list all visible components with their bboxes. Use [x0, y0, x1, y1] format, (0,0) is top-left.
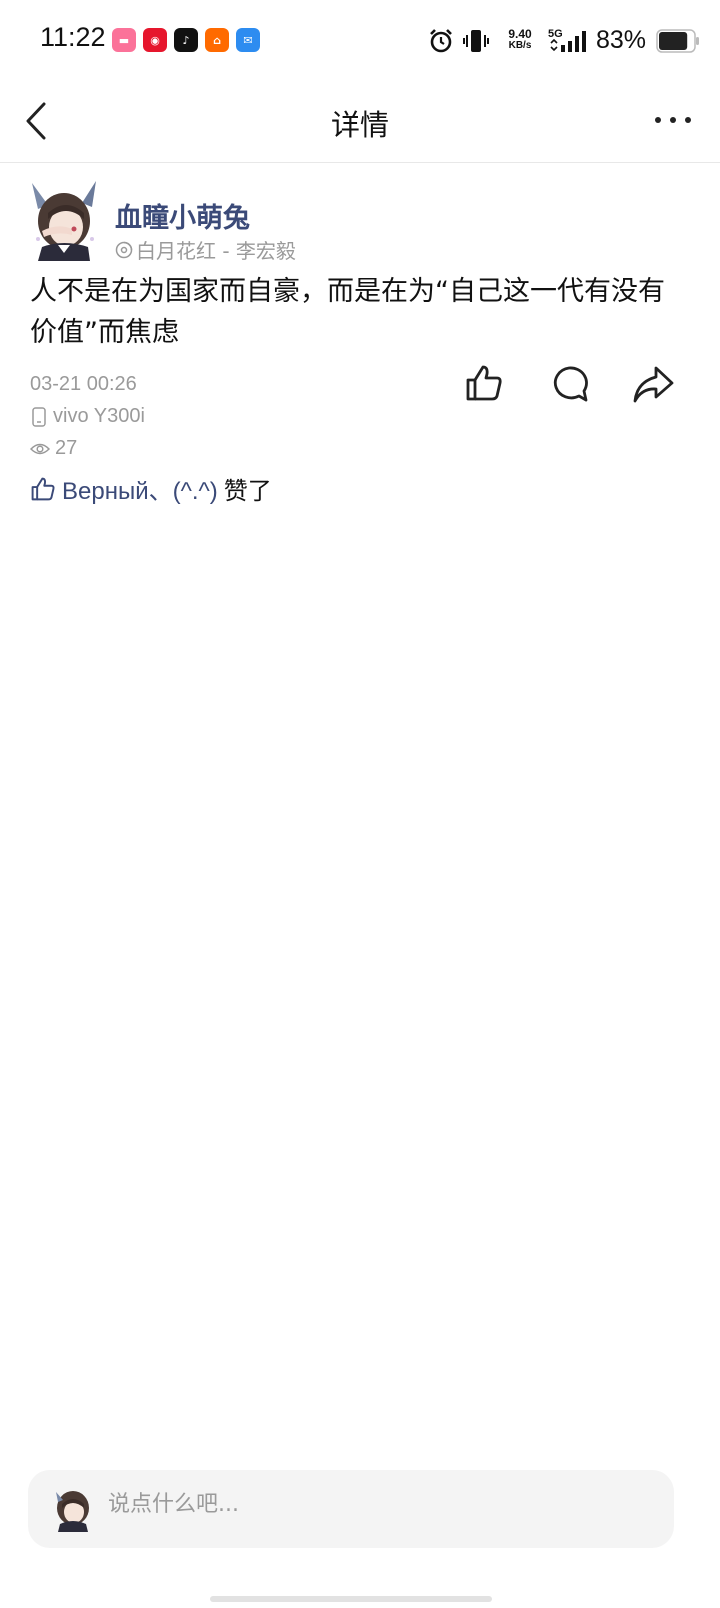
- signal-bars-icon: [550, 31, 586, 52]
- phone-icon: [32, 406, 46, 427]
- my-avatar: [56, 1491, 89, 1532]
- battery-icon: [656, 29, 699, 53]
- top-nav-bar: 详情: [0, 84, 720, 163]
- alarm-icon: [430, 29, 452, 53]
- comment-bar: [28, 1470, 674, 1548]
- author-name[interactable]: 血瞳小萌兔: [115, 196, 250, 235]
- like-button-icon[interactable]: [464, 363, 504, 403]
- more-options-icon[interactable]: [652, 108, 694, 132]
- net-speed: 9.40 KB/s: [500, 28, 540, 52]
- music-tag[interactable]: 白月花红 - 李宏毅: [115, 235, 296, 264]
- tiktok-icon: ♪: [174, 28, 198, 52]
- message-app-icon: ✉: [236, 28, 260, 52]
- taobao-icon: ⌂: [205, 28, 229, 52]
- post-content: 人不是在为国家而自豪，而是在为“自己这一代有没有价值”而焦虑: [30, 276, 665, 348]
- home-indicator[interactable]: [210, 1596, 492, 1602]
- status-time: 11:22: [40, 22, 106, 52]
- comment-input[interactable]: [108, 1492, 608, 1517]
- vibrate-icon: [463, 30, 489, 52]
- post-device: vivo Y300i: [30, 405, 145, 428]
- status-bar: 11:22 ▬ ◉ ♪ ⌂ ✉ 9.40 KB/s 5G 83%: [0, 0, 720, 84]
- post-views: 27: [30, 437, 77, 460]
- likes-user-names[interactable]: Верный、(^.^): [62, 471, 218, 506]
- bilibili-icon: ▬: [112, 28, 136, 52]
- comment-button-icon[interactable]: [549, 364, 589, 404]
- author-avatar[interactable]: [28, 179, 100, 261]
- thumbs-up-icon: [31, 477, 55, 500]
- battery-percent: 83%: [596, 26, 647, 54]
- signal-indicator: 5G: [548, 28, 590, 54]
- weibo-icon: ◉: [143, 28, 167, 52]
- post-time-text: 03-21 00:26: [30, 373, 137, 395]
- post-views-count: 27: [55, 437, 78, 459]
- eye-icon: [30, 443, 50, 454]
- likes-suffix-text: 赞了: [223, 477, 272, 505]
- music-title: 白月花红 - 李宏毅: [136, 239, 296, 263]
- share-button-icon[interactable]: [632, 364, 674, 404]
- notification-app-icons: ▬ ◉ ♪ ⌂ ✉: [112, 28, 260, 52]
- post-device-text: vivo Y300i: [53, 405, 145, 427]
- music-disc-icon: [115, 241, 133, 258]
- status-indicators: 9.40 KB/s 5G 83%: [400, 0, 720, 84]
- net-speed-unit: KB/s: [508, 40, 532, 51]
- net-speed-value: 9.40: [508, 27, 532, 41]
- post-detail-page: 11:22 ▬ ◉ ♪ ⌂ ✉ 9.40 KB/s 5G 83% 详情 血瞳小萌…: [0, 0, 720, 1608]
- likes-summary: Верный、(^.^) 赞了: [30, 471, 272, 506]
- post-time: 03-21 00:26: [30, 373, 137, 396]
- page-title: 详情: [330, 108, 389, 142]
